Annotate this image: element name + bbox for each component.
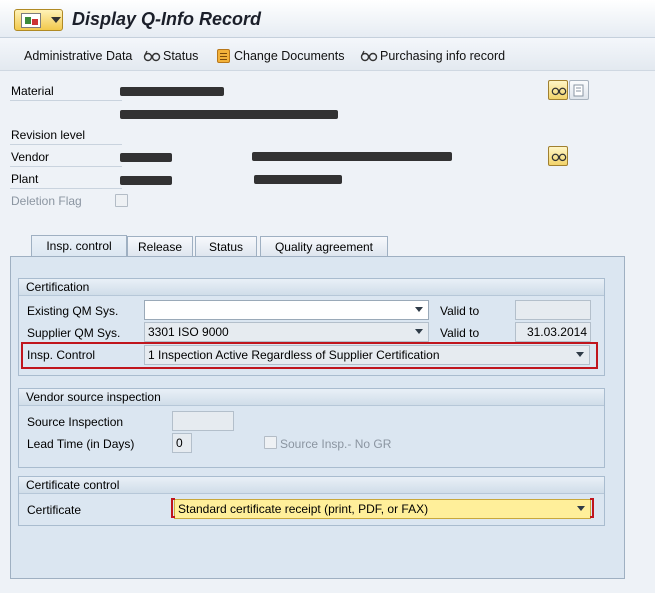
certification-title: Certification (19, 279, 604, 296)
required-marker-right (590, 498, 594, 518)
application-toolbar: Administrative Data Status Change Docume… (0, 38, 655, 71)
source-insp-no-gr-checkbox (264, 436, 277, 449)
insp-control-select: 1 Inspection Active Regardless of Suppli… (144, 345, 590, 365)
insp-control-panel: Certification Existing QM Sys. Valid to … (10, 256, 625, 579)
insp-control-value: 1 Inspection Active Regardless of Suppli… (148, 348, 440, 362)
material-description-redacted (120, 110, 338, 119)
valid-to-label: Valid to (440, 304, 480, 318)
change-documents-label: Change Documents (234, 49, 345, 63)
system-menu-button[interactable] (14, 9, 63, 31)
supplier-qm-value: 3301 ISO 9000 (148, 325, 229, 339)
source-inspection-field (172, 411, 234, 431)
vendor-source-inspection-group: Vendor source inspection Source Inspecti… (18, 388, 605, 468)
glasses-icon (360, 50, 378, 62)
tab-release[interactable]: Release (127, 236, 193, 257)
existing-qm-label: Existing QM Sys. (27, 304, 119, 318)
divider (10, 166, 122, 167)
certification-group: Certification Existing QM Sys. Valid to … (18, 278, 605, 376)
administrative-data-button[interactable]: Administrative Data (24, 47, 132, 65)
change-documents-icon (217, 49, 230, 63)
required-marker-left (171, 498, 175, 518)
supplier-qm-label: Supplier QM Sys. (27, 326, 121, 340)
chevron-down-icon (576, 352, 584, 357)
change-documents-button[interactable]: Change Documents (217, 47, 344, 65)
administrative-data-label: Administrative Data (24, 49, 133, 63)
page-title: Display Q-Info Record (72, 9, 262, 29)
purchasing-info-record-button[interactable]: Purchasing info record (360, 47, 505, 65)
certificate-control-group: Certificate control Certificate Standard… (18, 476, 605, 526)
material-number-redacted (120, 87, 224, 96)
supplier-qm-select: 3301 ISO 9000 (144, 322, 429, 342)
divider (10, 144, 122, 145)
divider (10, 100, 122, 101)
certificate-value: Standard certificate receipt (print, PDF… (178, 502, 429, 516)
vendor-label: Vendor (11, 150, 50, 164)
valid-to-label: Valid to (440, 326, 480, 340)
insp-control-label: Insp. Control (27, 348, 96, 362)
divider (10, 188, 122, 189)
deletion-flag-label: Deletion Flag (11, 194, 82, 208)
source-insp-no-gr-label: Source Insp.- No GR (280, 437, 392, 451)
display-material-button[interactable] (548, 80, 568, 100)
existing-qm-select[interactable] (144, 300, 429, 320)
vendor-name-redacted (252, 152, 452, 161)
supplier-qm-valid-to-field: 31.03.2014 (515, 322, 591, 342)
plant-name-redacted (254, 175, 342, 184)
material-label: Material (11, 84, 54, 98)
tab-status[interactable]: Status (195, 236, 257, 257)
tab-quality-agreement[interactable]: Quality agreement (260, 236, 388, 257)
glasses-icon (143, 50, 161, 62)
title-bar: Display Q-Info Record (0, 0, 655, 38)
plant-number-redacted (120, 176, 172, 185)
glasses-icon (551, 87, 567, 96)
plant-label: Plant (11, 172, 39, 186)
chevron-down-icon (577, 506, 585, 511)
purchasing-info-record-label: Purchasing info record (380, 49, 506, 63)
glasses-icon (551, 153, 567, 162)
status-label: Status (163, 49, 199, 63)
certificate-select[interactable]: Standard certificate receipt (print, PDF… (174, 499, 591, 519)
vendor-source-inspection-title: Vendor source inspection (19, 389, 604, 406)
status-button[interactable]: Status (143, 47, 198, 65)
lead-time-label: Lead Time (in Days) (27, 437, 135, 451)
chevron-down-icon (415, 329, 423, 334)
vendor-number-redacted (120, 153, 172, 162)
document-icon (573, 84, 584, 97)
certificate-control-title: Certificate control (19, 477, 604, 494)
menu-icon (21, 13, 41, 28)
existing-qm-valid-to-field (515, 300, 591, 320)
certificate-label: Certificate (27, 503, 82, 517)
tab-insp-control[interactable]: Insp. control (31, 235, 127, 258)
material-details-button[interactable] (569, 80, 589, 100)
revision-level-label: Revision level (11, 128, 86, 142)
chevron-down-icon (51, 17, 61, 23)
deletion-flag-checkbox (115, 194, 128, 207)
source-inspection-label: Source Inspection (27, 415, 124, 429)
chevron-down-icon (415, 307, 423, 312)
display-vendor-button[interactable] (548, 146, 568, 166)
lead-time-field: 0 (172, 433, 192, 453)
